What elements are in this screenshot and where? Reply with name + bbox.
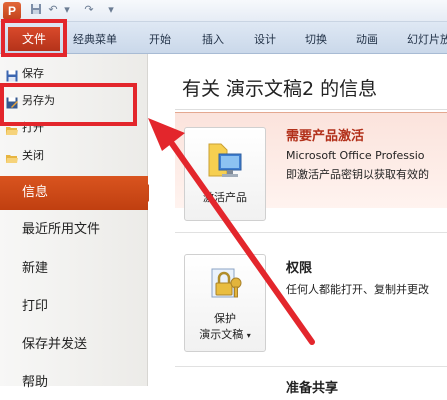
tab-design[interactable]: 设计 xyxy=(254,31,276,47)
save-icon xyxy=(6,68,18,82)
activate-product-label: 激活产品 xyxy=(203,191,247,204)
activate-product-button[interactable]: 激活产品 xyxy=(184,127,266,221)
tab-slide-show[interactable]: 幻灯片放 xyxy=(407,31,447,47)
dropdown-arrow-icon[interactable]: ▾ xyxy=(60,3,74,17)
redo-icon[interactable]: ↷ xyxy=(82,3,96,17)
protect-label-1: 保护 xyxy=(214,312,236,325)
save-label: 保存 xyxy=(22,67,44,80)
permissions-heading: 权限 xyxy=(286,261,313,276)
divider xyxy=(175,109,447,110)
save-icon[interactable] xyxy=(29,3,43,17)
permissions-text: 任何人都能打开、复制并更改 xyxy=(286,283,429,296)
nav-new[interactable]: 新建 xyxy=(0,252,148,286)
divider xyxy=(175,232,447,233)
nav-info-label: 信息 xyxy=(22,185,49,200)
nav-info[interactable]: 信息 xyxy=(0,176,156,210)
activation-text-2: 即激活产品密钥以获取有效的 xyxy=(286,168,429,181)
nav-save-send[interactable]: 保存并发送 xyxy=(0,328,148,362)
chevron-down-icon: ▾ xyxy=(246,331,251,340)
powerpoint-logo-icon: P xyxy=(3,2,21,20)
tab-classic-menu[interactable]: 经典菜单 xyxy=(73,31,117,47)
activation-text-1: Microsoft Office Professio xyxy=(286,149,425,162)
ribbon-tab-bar: 文件 经典菜单 开始 插入 设计 切换 动画 幻灯片放 xyxy=(0,22,447,54)
save-command[interactable]: 保存 xyxy=(4,63,138,85)
divider xyxy=(175,366,447,367)
tab-transitions[interactable]: 切换 xyxy=(305,31,327,47)
lock-key-icon xyxy=(208,263,244,304)
nav-recent[interactable]: 最近所用文件 xyxy=(0,213,148,247)
close-folder-icon xyxy=(6,150,18,163)
protect-presentation-button[interactable]: 保护 演示文稿 ▾ xyxy=(184,254,266,352)
save-as-highlight xyxy=(0,83,137,126)
activate-product-icon xyxy=(207,140,245,183)
undo-icon[interactable]: ↶ xyxy=(46,3,60,17)
protect-label-2: 演示文稿 xyxy=(199,328,244,341)
file-tab-highlight xyxy=(1,19,67,57)
quick-access-toolbar: P ↶ ▾ ↷ ▾ xyxy=(0,0,447,22)
close-label: 关闭 xyxy=(22,149,44,162)
tab-insert[interactable]: 插入 xyxy=(202,31,224,47)
share-heading: 准备共享 xyxy=(286,381,339,396)
close-command[interactable]: 关闭 xyxy=(4,145,138,167)
activation-heading: 需要产品激活 xyxy=(286,129,365,144)
nav-help[interactable]: 帮助 xyxy=(0,366,148,400)
page-title: 有关 演示文稿2 的信息 xyxy=(182,78,378,100)
customize-toolbar-icon[interactable]: ▾ xyxy=(104,3,118,17)
tab-animations[interactable]: 动画 xyxy=(356,31,378,47)
tab-home[interactable]: 开始 xyxy=(149,31,171,47)
nav-print[interactable]: 打印 xyxy=(0,290,148,324)
info-panel: 有关 演示文稿2 的信息 激活产品 需要产品激活 Microsoft Offic… xyxy=(149,54,447,396)
